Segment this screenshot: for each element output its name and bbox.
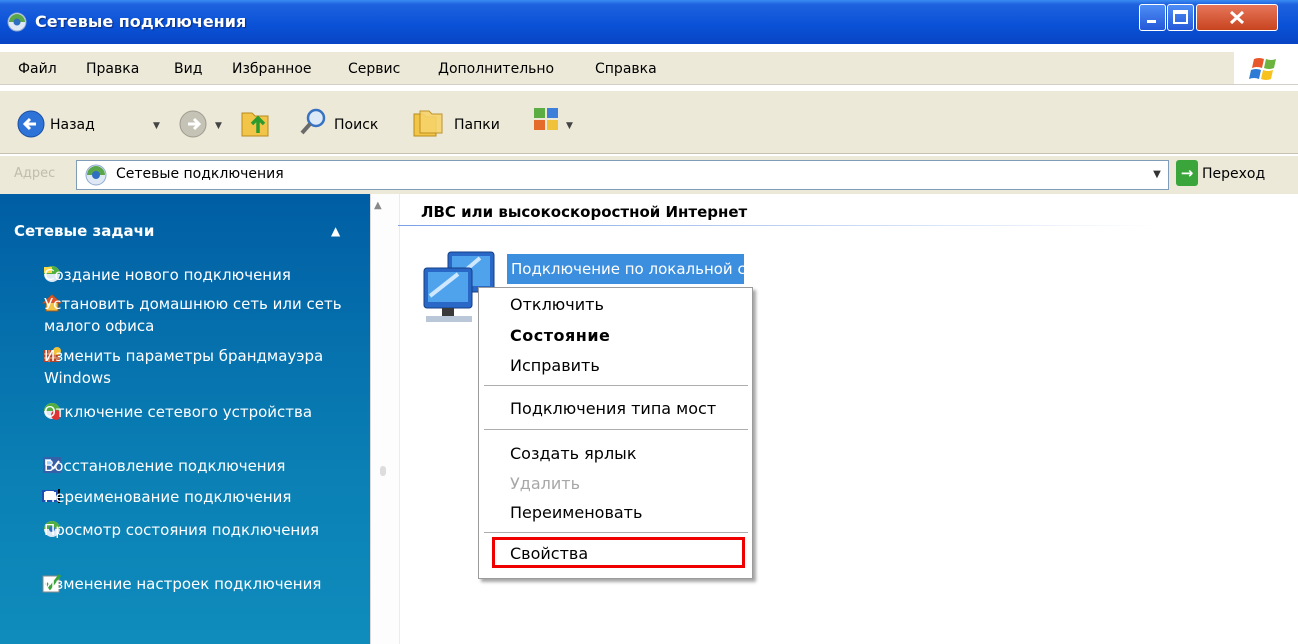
- folders-icon[interactable]: [412, 106, 444, 138]
- maximize-button[interactable]: [1167, 4, 1194, 31]
- menu-separator: [484, 429, 748, 430]
- task-repair-connection[interactable]: Восстановление подключения: [44, 455, 364, 477]
- back-dropdown-arrow-icon[interactable]: ▼: [153, 121, 160, 131]
- collapse-chevron-up-icon[interactable]: ▲: [331, 224, 340, 238]
- scroll-up-arrow-icon[interactable]: ▲: [374, 200, 382, 211]
- menu-item-repair[interactable]: Исправить: [510, 356, 600, 375]
- window-title: Сетевые подключения: [35, 12, 247, 31]
- network-connections-icon: [85, 164, 107, 186]
- menu-favorites[interactable]: Избранное: [232, 61, 312, 77]
- task-disable-device[interactable]: Отключение сетевого устройства: [44, 401, 344, 423]
- minimize-icon: [1147, 20, 1156, 23]
- address-dropdown-arrow-icon[interactable]: ▼: [1148, 162, 1166, 188]
- menu-item-bridge-connections[interactable]: Подключения типа мост: [510, 399, 716, 418]
- menu-item-delete: Удалить: [510, 474, 580, 493]
- minimize-button[interactable]: [1139, 4, 1166, 31]
- menu-separator: [484, 385, 748, 386]
- menu-edit[interactable]: Правка: [86, 61, 139, 77]
- task-view-status[interactable]: Просмотр состояния подключения: [44, 519, 344, 541]
- address-value[interactable]: Сетевые подключения: [116, 166, 284, 182]
- task-rename-connection[interactable]: Переименование подключения: [44, 486, 364, 508]
- search-button-label[interactable]: Поиск: [334, 117, 378, 133]
- go-button-label[interactable]: Переход: [1202, 166, 1265, 182]
- task-firewall-settings[interactable]: Изменить параметры брандмауэра Windows: [44, 345, 344, 389]
- folder-up-icon[interactable]: [240, 107, 270, 139]
- back-button-label[interactable]: Назад: [50, 117, 95, 133]
- back-arrow-icon[interactable]: [16, 109, 46, 139]
- scrollbar[interactable]: [370, 194, 400, 644]
- forward-arrow-icon[interactable]: [178, 109, 208, 139]
- properties-highlight-box: [492, 537, 745, 568]
- task-change-settings[interactable]: Изменение настроек подключения: [44, 573, 344, 595]
- menu-advanced[interactable]: Дополнительно: [438, 61, 554, 77]
- windows-logo-icon: [1234, 52, 1298, 84]
- folders-button-label[interactable]: Папки: [454, 117, 500, 133]
- menu-item-create-shortcut[interactable]: Создать ярлык: [510, 444, 636, 463]
- lan-connection-label[interactable]: Подключение по локальной сети: [507, 254, 744, 284]
- views-dropdown-arrow-icon[interactable]: ▼: [566, 121, 573, 131]
- views-icon[interactable]: [532, 106, 562, 134]
- address-label: Адрес: [14, 166, 56, 181]
- menu-file[interactable]: Файл: [18, 61, 57, 77]
- search-icon[interactable]: [298, 107, 328, 137]
- scroll-thumb[interactable]: [380, 466, 386, 476]
- task-home-network[interactable]: Установить домашнюю сеть или сеть малого…: [44, 293, 344, 337]
- maximize-icon: [1173, 10, 1188, 24]
- menu-item-status[interactable]: Состояние: [510, 326, 610, 345]
- forward-dropdown-arrow-icon[interactable]: ▼: [215, 121, 222, 131]
- close-button[interactable]: [1196, 4, 1278, 31]
- task-new-connection[interactable]: Создание нового подключения: [44, 264, 364, 286]
- group-title: ЛВС или высокоскоростной Интернет: [421, 203, 748, 221]
- menu-item-disable[interactable]: Отключить: [510, 295, 604, 314]
- menu-view[interactable]: Вид: [174, 61, 202, 77]
- group-divider: [398, 225, 1158, 226]
- task-group-header[interactable]: Сетевые задачи: [14, 222, 154, 240]
- menu-item-rename[interactable]: Переименовать: [510, 503, 642, 522]
- menu-separator: [484, 532, 748, 533]
- menu-help[interactable]: Справка: [595, 61, 657, 77]
- go-arrow-icon[interactable]: →: [1176, 160, 1198, 186]
- network-connections-icon: [7, 12, 27, 32]
- menu-tools[interactable]: Сервис: [348, 61, 400, 77]
- close-icon: [1229, 10, 1245, 25]
